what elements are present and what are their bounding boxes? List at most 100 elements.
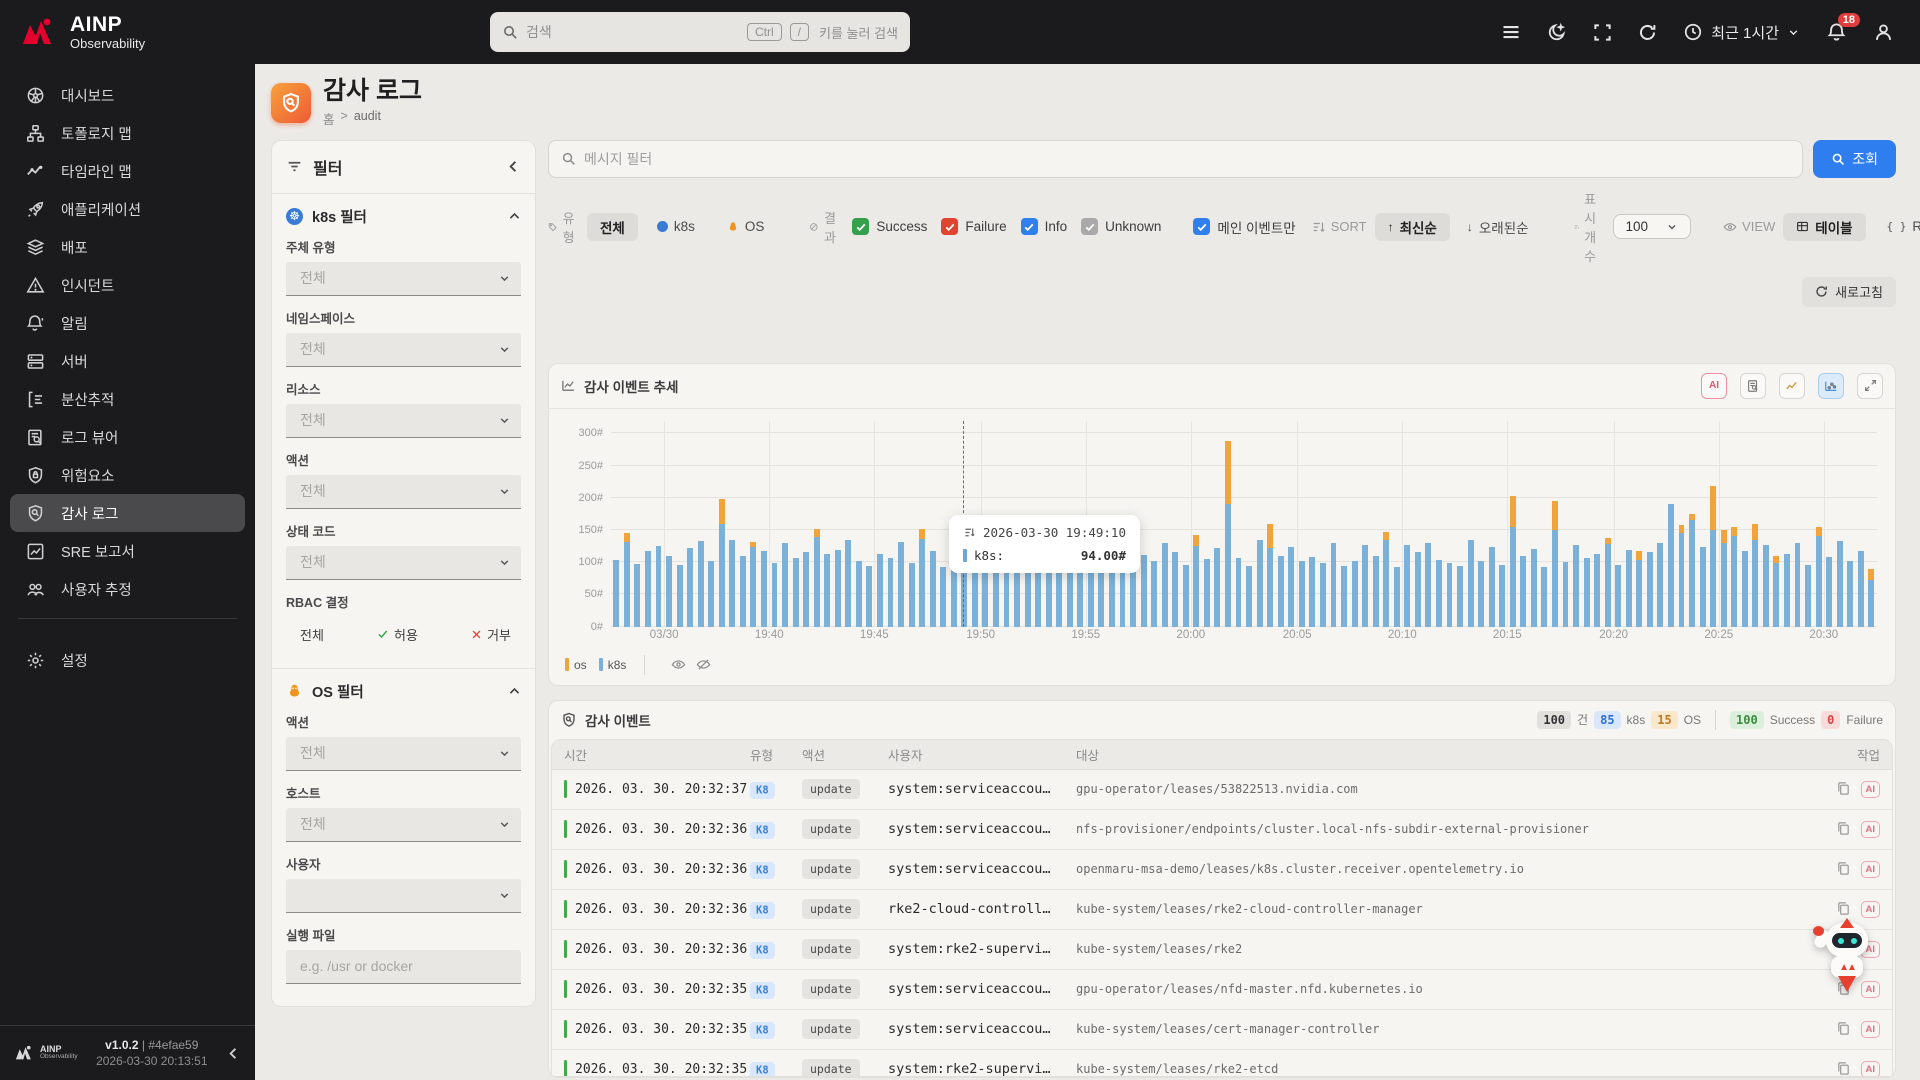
type-chip-k8s[interactable]: k8s (644, 215, 708, 238)
row-ai-button[interactable]: AI (1860, 1060, 1880, 1076)
sidebar-item-alarm[interactable]: 알림 (10, 304, 245, 342)
rbac-option-전체[interactable]: 전체 (300, 625, 324, 644)
chart-bar (1339, 421, 1350, 627)
global-search-input[interactable]: 검색 Ctrl / 키를 눌러 검색 (490, 12, 910, 52)
filter-select[interactable]: 전체 (286, 261, 521, 296)
filter-select[interactable]: 전체 (286, 545, 521, 580)
bar-segment-k8s (1499, 564, 1506, 627)
legend-item-k8s[interactable]: k8s (598, 658, 626, 672)
display-count-select[interactable]: 100 (1612, 214, 1692, 239)
sidebar-item-log-viewer[interactable]: 로그 뷰어 (10, 418, 245, 456)
sidebar-item-deploy[interactable]: 배포 (10, 228, 245, 266)
filter-select[interactable]: 전체 (286, 403, 521, 438)
legend-hide-all-icon[interactable] (696, 657, 711, 672)
sidebar-item-server[interactable]: 서버 (10, 342, 245, 380)
ai-assistant-mascot[interactable]: ▲▲ (1812, 916, 1878, 1002)
table-row[interactable]: 2026. 03. 30. 20:32:36 K8 update system:rke… (552, 930, 1892, 970)
row-ai-button[interactable]: AI (1860, 780, 1880, 798)
chart-bar-view-button[interactable] (1818, 372, 1844, 399)
result-checkbox-Success[interactable]: Success (852, 218, 927, 235)
os-filter-header[interactable]: OS 필터 (286, 681, 521, 702)
chart-log-search-button[interactable] (1740, 372, 1766, 399)
app-logo[interactable]: AINP Observability (0, 14, 255, 50)
bar-segment-k8s (729, 540, 736, 627)
filter-text-input[interactable]: e.g. /usr or docker (286, 949, 521, 984)
filter-select[interactable]: 전체 (286, 736, 521, 771)
result-checkbox-label: Success (876, 219, 928, 234)
profile-icon[interactable] (1873, 22, 1894, 43)
bar-segment-k8s (623, 542, 630, 627)
sidebar-item-incident[interactable]: 인시던트 (10, 266, 245, 304)
chart-bars-region[interactable] (611, 420, 1877, 627)
refresh-icon[interactable] (1638, 23, 1657, 42)
refresh-button[interactable]: 새로고침 (1802, 276, 1896, 307)
row-ai-button[interactable]: AI (1860, 820, 1880, 838)
chart-ai-button[interactable]: AI (1701, 372, 1727, 399)
copy-icon[interactable] (1836, 821, 1851, 838)
table-row[interactable]: 2026. 03. 30. 20:32:36 K8 update rke2-cloud… (552, 890, 1892, 930)
rbac-option-거부[interactable]: 거부 (471, 625, 511, 644)
sidebar-item-application[interactable]: 애플리케이션 (10, 190, 245, 228)
row-ai-button[interactable]: AI (1860, 900, 1880, 918)
filter-select[interactable]: 전체 (286, 474, 521, 509)
notification-bell-icon[interactable]: 18 (1826, 12, 1860, 43)
main-events-only-checkbox[interactable]: 메인 이벤트만 (1193, 217, 1296, 237)
filter-field: 사용자 (286, 854, 521, 913)
sidebar-item-settings[interactable]: 설정 (10, 641, 245, 679)
filter-collapse-icon[interactable] (506, 159, 521, 174)
type-chip-전체[interactable]: 전체 (586, 212, 638, 241)
chevron-up-icon[interactable] (508, 210, 521, 223)
fullscreen-icon[interactable] (1593, 23, 1612, 42)
filter-select[interactable]: 전체 (286, 332, 521, 367)
trend-chart-plot[interactable]: 2026-03-30 19:49:10 k8s: 94.00# 0# 50# 100… (559, 420, 1881, 633)
view-raw-button[interactable]: { } Raw (1874, 215, 1920, 238)
result-checkbox-Failure[interactable]: Failure (941, 218, 1007, 235)
table-row[interactable]: 2026. 03. 30. 20:32:37 K8 update system:ser… (552, 770, 1892, 810)
view-table-button[interactable]: 테이블 (1783, 212, 1866, 241)
legend-item-os[interactable]: os (565, 658, 587, 672)
copy-icon[interactable] (1836, 1061, 1851, 1076)
app-root: AINP Observability 검색 Ctrl / 키를 눌러 검색 최근… (0, 0, 1920, 1080)
filter-select[interactable] (286, 878, 521, 913)
message-filter-input[interactable]: 메시지 필터 (548, 139, 1804, 178)
k8s-filter-header[interactable]: ☸ k8s 필터 (286, 206, 521, 227)
copy-icon[interactable] (1836, 861, 1851, 878)
result-checkbox-Info[interactable]: Info (1020, 218, 1067, 235)
query-button[interactable]: 조회 (1813, 139, 1896, 178)
result-checkbox-Unknown[interactable]: Unknown (1081, 218, 1161, 235)
sidebar-collapse-icon[interactable] (226, 1046, 241, 1061)
sidebar-item-audit[interactable]: 감사 로그 (10, 494, 245, 532)
copy-icon[interactable] (1836, 781, 1851, 798)
sidebar-item-timeline[interactable]: 타임라인 맵 (10, 152, 245, 190)
sidebar-item-sre-report[interactable]: SRE 보고서 (10, 532, 245, 570)
filter-select[interactable]: 전체 (286, 807, 521, 842)
bar-segment-os (1193, 535, 1200, 547)
table-row[interactable]: 2026. 03. 30. 20:32:36 K8 update system:ser… (552, 810, 1892, 850)
row-ai-button[interactable]: AI (1860, 1020, 1880, 1038)
table-row[interactable]: 2026. 03. 30. 20:32:35 K8 update system:ser… (552, 970, 1892, 1010)
table-row[interactable]: 2026. 03. 30. 20:32:36 K8 update system:ser… (552, 850, 1892, 890)
sidebar-item-topology[interactable]: 토폴로지 맵 (10, 114, 245, 152)
chart-line-view-button[interactable] (1779, 372, 1805, 399)
x-axis-tick: 20:15 (1492, 628, 1522, 641)
chart-expand-button[interactable] (1857, 372, 1883, 399)
sidebar-item-trace[interactable]: 분산추적 (10, 380, 245, 418)
table-row[interactable]: 2026. 03. 30. 20:32:35 K8 update system:rke… (552, 1050, 1892, 1076)
legend-show-all-icon[interactable] (671, 657, 686, 672)
time-range-selector[interactable]: 최근 1시간 (1683, 22, 1800, 43)
copy-icon[interactable] (1836, 901, 1851, 918)
dark-mode-icon[interactable] (1547, 22, 1567, 42)
row-ai-button[interactable]: AI (1860, 860, 1880, 878)
copy-icon[interactable] (1836, 1021, 1851, 1038)
chevron-up-icon[interactable] (508, 685, 521, 698)
rbac-option-허용[interactable]: 허용 (377, 625, 418, 644)
sort-chip-오래된순[interactable]: ↓ 오래된순 (1454, 213, 1542, 241)
sidebar-item-risk[interactable]: 위험요소 (10, 456, 245, 494)
table-row[interactable]: 2026. 03. 30. 20:32:35 K8 update system:ser… (552, 1010, 1892, 1050)
type-chip-OS[interactable]: OS (714, 215, 778, 238)
menu-icon[interactable] (1501, 22, 1521, 42)
sort-chip-최신순[interactable]: ↑ 최신순 (1374, 212, 1450, 241)
sidebar-item-users[interactable]: 사용자 추정 (10, 570, 245, 608)
breadcrumb-home[interactable]: 홈 (323, 109, 335, 128)
sidebar-item-dashboard[interactable]: 대시보드 (10, 76, 245, 114)
